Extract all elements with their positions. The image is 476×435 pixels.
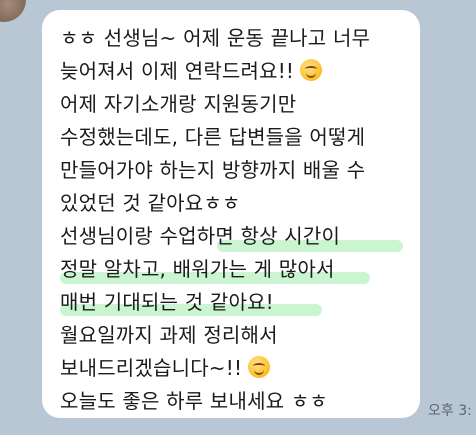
smiling-face-icon — [300, 59, 323, 81]
message-line: 매번 기대되는 것 같아요! — [60, 290, 274, 314]
message-line: 보내드리겠습니다~!! — [60, 352, 410, 385]
message-line: 늦어져서 이제 연락드려요!! — [60, 55, 410, 88]
message-line: 오늘도 좋은 하루 보내세요 ㅎㅎ — [60, 389, 329, 413]
message-line: 선생님이랑 수업하면 항상 시간이 — [60, 224, 341, 248]
message-line: ㅎㅎ 선생님~ 어제 운동 끝나고 너무 — [60, 26, 371, 50]
message-line: 있었던 것 같아요ㅎㅎ — [60, 191, 241, 215]
message-line: 정말 알차고, 배워가는 게 많아서 — [60, 257, 335, 281]
sender-avatar[interactable] — [0, 0, 26, 22]
message-line: 만들어가야 하는지 방향까지 배울 수 — [60, 158, 366, 182]
message-bubble[interactable]: ㅎㅎ 선생님~ 어제 운동 끝나고 너무 늦어져서 이제 연락드려요!! 어제 … — [42, 10, 420, 418]
message-line: 월요일까지 과제 정리해서 — [60, 323, 278, 347]
message-line: 어제 자기소개랑 지원동기만 — [60, 92, 297, 116]
message-line: 수정했는데도, 다른 답변들을 어떻게 — [60, 125, 366, 149]
message-timestamp: 오후 3: — [428, 403, 472, 419]
smiling-face-icon — [248, 356, 271, 378]
